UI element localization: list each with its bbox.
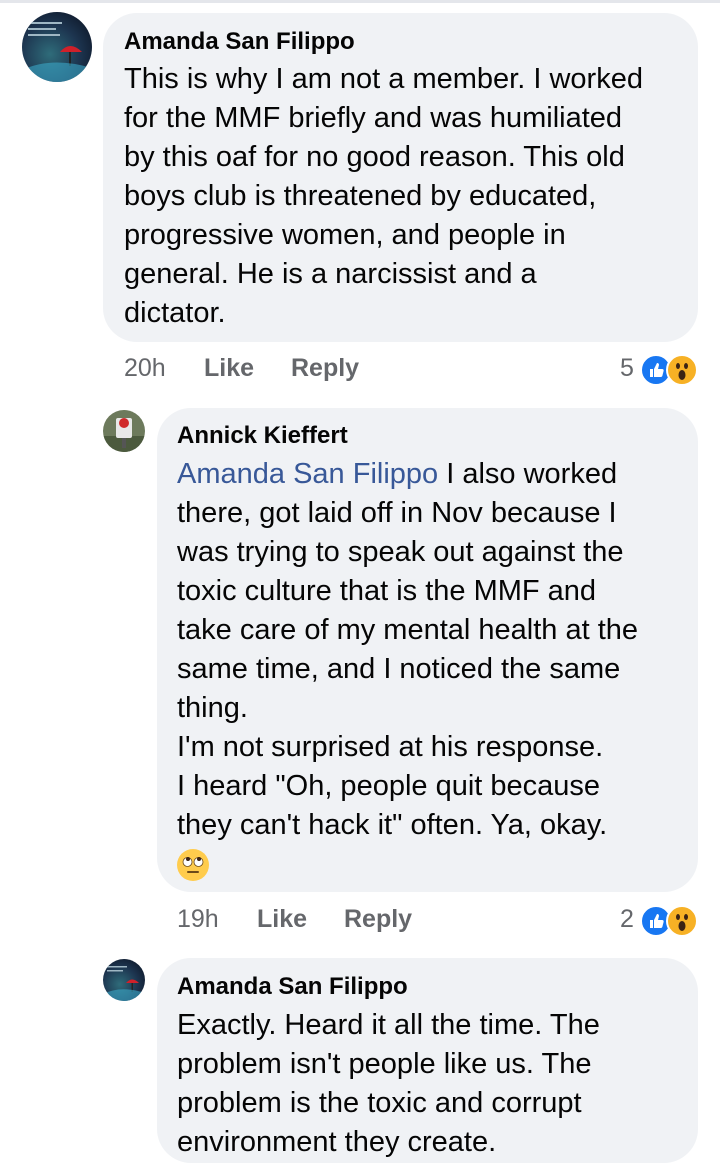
comment-text-line: toxic culture that is the MMF and	[177, 575, 597, 607]
comment-text-line: Exactly. Heard it all the time. The	[177, 1009, 600, 1041]
reaction-summary[interactable]: 5	[618, 354, 700, 386]
top-divider	[0, 0, 720, 3]
comment-text-line: by this oaf for no good reason. This old	[124, 141, 625, 173]
comment-author[interactable]: Amanda San Filippo	[124, 27, 355, 57]
comment-text-line: problem isn't people like us. The	[177, 1048, 592, 1080]
like-button[interactable]: Like	[257, 905, 307, 934]
comment-text-line: same time, and I noticed the same	[177, 653, 621, 685]
comment-text-line: environment they create.	[177, 1126, 497, 1158]
comment-text-line: I heard "Oh, people quit because	[177, 770, 601, 802]
comment-text-line: thing.	[177, 692, 248, 724]
reply-button[interactable]: Reply	[344, 905, 412, 934]
comment-text-line: was trying to speak out against the	[177, 536, 624, 568]
comment-text-line: dictator.	[124, 297, 226, 329]
comment-text: Exactly. Heard it all the time. The prob…	[177, 1006, 600, 1162]
reaction-count: 5	[620, 354, 634, 382]
comment-author[interactable]: Annick Kieffert	[177, 421, 348, 451]
comment-text-fragment: I also worked	[438, 458, 618, 490]
reaction-summary[interactable]: 2	[618, 905, 700, 937]
avatar[interactable]	[103, 410, 145, 452]
comment-text-line: take care of my mental health at the	[177, 614, 639, 646]
comment-text-line: they can't hack it" often. Ya, okay.	[177, 809, 608, 841]
reaction-count: 2	[620, 905, 634, 933]
avatar[interactable]	[103, 959, 145, 1001]
avatar[interactable]	[22, 12, 92, 82]
comment-text-line: This is why I am not a member. I worked	[124, 63, 643, 95]
reply-button[interactable]: Reply	[291, 354, 359, 383]
comment-text-line: there, got laid off in Nov because I	[177, 497, 617, 529]
comment-text-line: boys club is threatened by educated,	[124, 180, 597, 212]
comment-timestamp[interactable]: 19h	[177, 905, 219, 934]
mention-link[interactable]: Amanda San Filippo	[177, 458, 438, 490]
comment-text: Amanda San Filippo I also worked there, …	[177, 455, 638, 884]
comment-timestamp[interactable]: 20h	[124, 354, 166, 383]
comment-text-line: I'm not surprised at his response.	[177, 731, 604, 763]
like-button[interactable]: Like	[204, 354, 254, 383]
comment-text-line: progressive women, and people in	[124, 219, 566, 251]
comment-author[interactable]: Amanda San Filippo	[177, 972, 408, 1002]
comment-text-line: for the MMF briefly and was humiliated	[124, 102, 623, 134]
wow-reaction-icon	[666, 354, 698, 386]
comment-text-line: Amanda San Filippo I also worked	[177, 455, 638, 494]
rolling-eyes-emoji-icon	[177, 849, 209, 882]
comment-text-line: general. He is a narcissist and a	[124, 258, 537, 290]
comment-text-line: problem is the toxic and corrupt	[177, 1087, 582, 1119]
wow-reaction-icon	[666, 905, 698, 937]
comment-text: This is why I am not a member. I worked …	[124, 60, 643, 333]
